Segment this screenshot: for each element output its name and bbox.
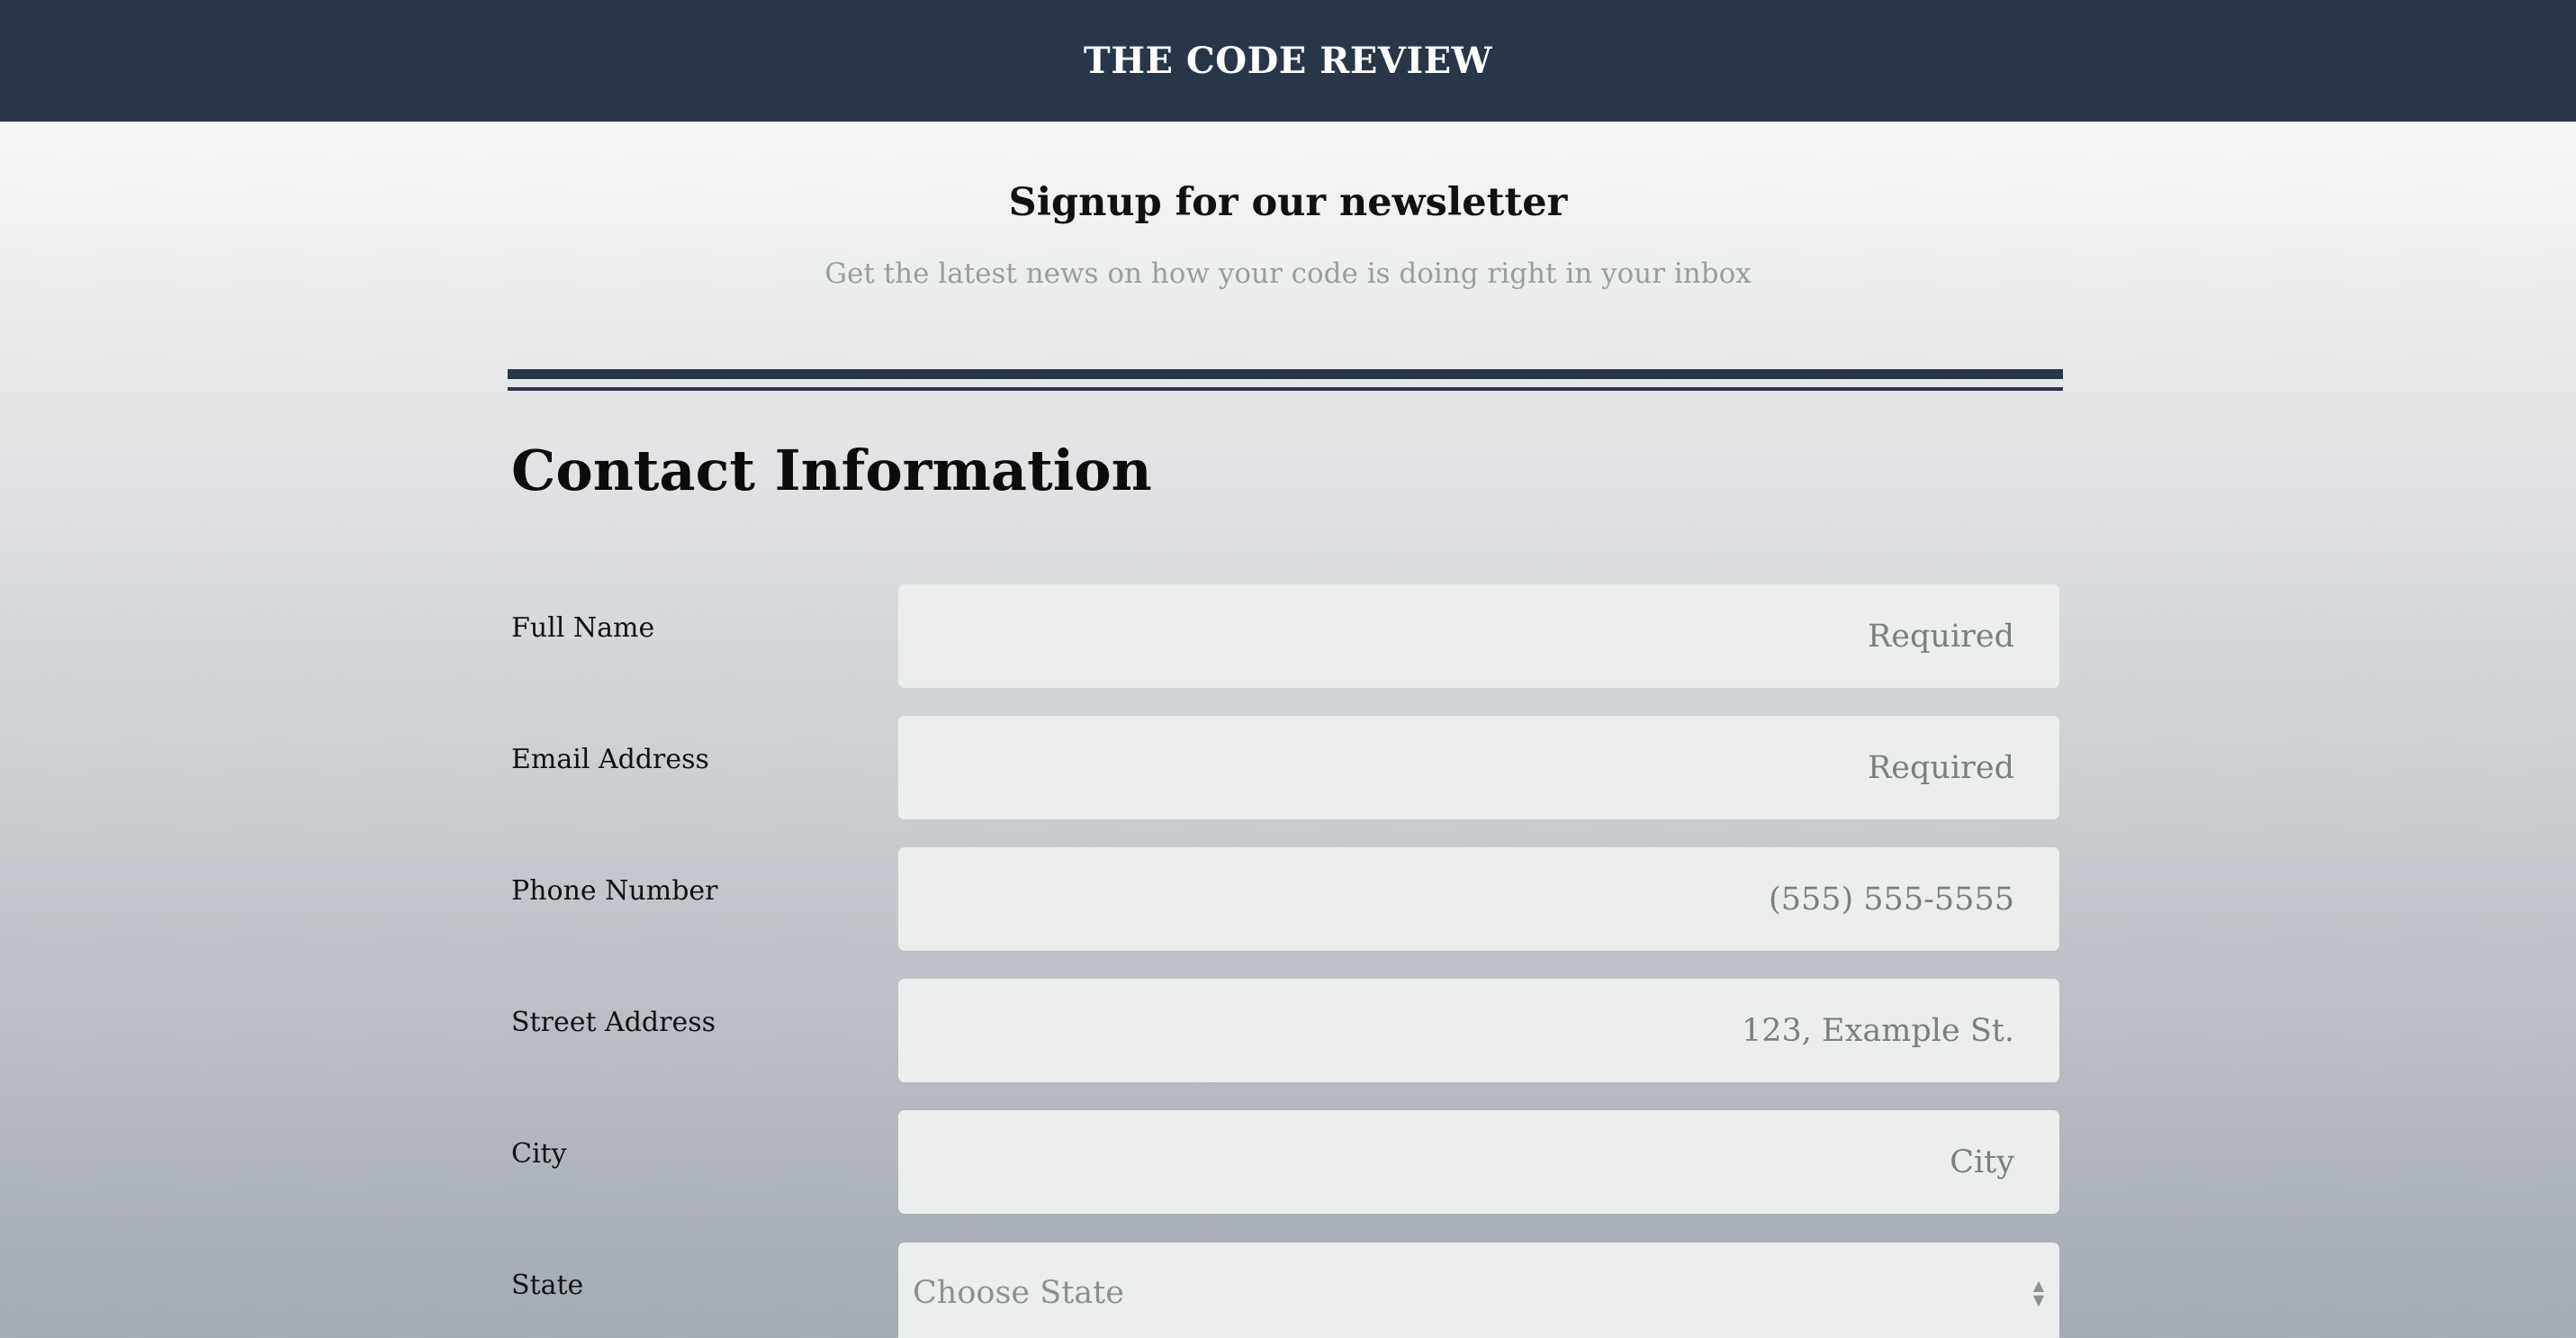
street-input[interactable] bbox=[898, 979, 2059, 1082]
divider-thin bbox=[508, 387, 2063, 391]
newsletter-subtitle: Get the latest news on how your code is … bbox=[824, 258, 1752, 290]
state-select[interactable]: Choose State ▲ ▼ bbox=[898, 1243, 2059, 1338]
phone-label: Phone Number bbox=[511, 875, 718, 907]
full-name-label: Full Name bbox=[511, 612, 655, 644]
email-label: Email Address bbox=[511, 744, 709, 775]
email-input[interactable] bbox=[898, 716, 2059, 819]
up-down-arrows-icon: ▲ ▼ bbox=[2032, 1277, 2045, 1308]
newsletter-title: Signup for our newsletter bbox=[1008, 180, 1568, 225]
street-label: Street Address bbox=[511, 1007, 716, 1038]
city-input[interactable] bbox=[898, 1110, 2059, 1214]
state-select-value: Choose State bbox=[913, 1275, 1124, 1311]
state-label: State bbox=[511, 1270, 584, 1301]
section-title: Contact Information bbox=[511, 438, 1152, 503]
top-navbar: THE CODE REVIEW bbox=[0, 0, 2576, 122]
full-name-input[interactable] bbox=[898, 584, 2059, 688]
phone-input[interactable] bbox=[898, 847, 2059, 951]
city-label: City bbox=[511, 1138, 567, 1170]
site-brand[interactable]: THE CODE REVIEW bbox=[1084, 40, 1492, 82]
divider-thick bbox=[508, 369, 2063, 379]
